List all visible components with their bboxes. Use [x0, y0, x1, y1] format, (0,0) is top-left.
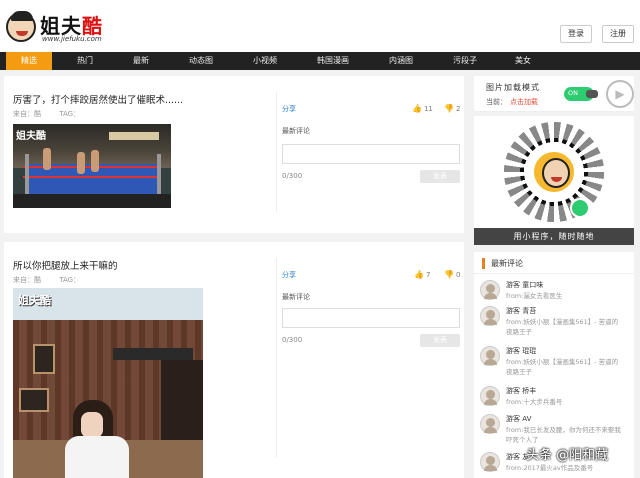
- login-button[interactable]: 登录: [560, 25, 592, 43]
- comment-author: 游客 青苔: [506, 307, 537, 315]
- like-button[interactable]: 👍 11: [412, 104, 433, 113]
- image-watermark-logo: 姐夫酷: [16, 131, 46, 142]
- post-meta: 来自：酷 TAG：: [13, 109, 80, 119]
- avatar: [480, 414, 500, 434]
- nav-item-meme-pics[interactable]: 内涵图: [378, 52, 424, 70]
- post-source: 来自：酷: [13, 276, 41, 284]
- avatar: [480, 306, 500, 326]
- nav-item-featured[interactable]: 精选: [6, 52, 52, 70]
- comment-source[interactable]: from:妖妖小额【漫画集561】- 苦逼的夜路王子: [506, 317, 624, 337]
- nav-item-gifs[interactable]: 动态图: [178, 52, 224, 70]
- load-mode-toggle[interactable]: ON: [564, 87, 598, 101]
- comment-author: 游客 AV: [506, 415, 532, 423]
- char-count: 0/300: [282, 336, 303, 344]
- avatar: [480, 452, 500, 472]
- image-load-mode-panel: 图片加载模式 当前： 点击加载 ON ▶: [474, 76, 634, 112]
- avatar: [480, 386, 500, 406]
- image-watermark-logo: 姐夫酷: [18, 294, 51, 307]
- comment-source[interactable]: from:十大步兵番号: [506, 397, 624, 407]
- like-button[interactable]: 👍 7: [414, 270, 430, 279]
- nav-item-hot[interactable]: 热门: [62, 52, 108, 70]
- nav-item-beauty[interactable]: 美女: [500, 52, 546, 70]
- comment-source[interactable]: from:我已长发及腰，你为何还不来娶我吓死个人了: [506, 425, 624, 445]
- comment-author: 游客 童口味: [506, 281, 544, 289]
- thumbs-down-icon: 👎: [444, 270, 454, 279]
- site-logo[interactable]: 姐夫酷 www.jiefuku.com: [6, 8, 126, 46]
- qr-banner: 用小程序，随时随地: [474, 228, 634, 245]
- mini-program-qr-panel: [474, 116, 634, 244]
- comment-source[interactable]: from:2017最火av作品及番号: [506, 463, 624, 473]
- main-nav: 精选 热门 最新 动态图 小视频 韩国漫画 内涵图 污段子 美女: [0, 52, 640, 70]
- post-image[interactable]: 姐夫酷: [13, 124, 171, 208]
- comment-input[interactable]: [282, 308, 460, 328]
- register-button[interactable]: 注册: [602, 25, 634, 43]
- dislike-button[interactable]: 👎 0: [444, 270, 460, 279]
- comment-source[interactable]: from:妖妖小额【漫画集561】- 苦逼的夜路王子: [506, 357, 624, 377]
- logo-url: www.jiefuku.com: [42, 35, 102, 43]
- char-count: 0/300: [282, 172, 303, 180]
- post-source: 来自：酷: [13, 110, 41, 118]
- comment-author: 游客 琨琨: [506, 347, 537, 355]
- list-item[interactable]: 游客 青苔 from:妖妖小额【漫画集561】- 苦逼的夜路王子: [480, 304, 630, 344]
- load-mode-title: 图片加载模式: [486, 83, 540, 92]
- nav-item-latest[interactable]: 最新: [118, 52, 164, 70]
- comment-input[interactable]: [282, 144, 460, 164]
- post-image[interactable]: 姐夫酷: [13, 288, 203, 478]
- latest-comments-title: 最新评论: [482, 258, 523, 269]
- post-card: 所以你把腿放上来干嘛的 来自：酷 TAG： 姐夫酷 分享 👍 7 👎 0 最新评论 …: [4, 242, 464, 478]
- submit-comment-button[interactable]: 发表: [420, 170, 460, 183]
- submit-comment-button[interactable]: 发表: [420, 334, 460, 347]
- load-mode-current: 当前： 点击加载: [486, 98, 538, 106]
- share-link[interactable]: 分享: [282, 270, 296, 280]
- divider: [276, 258, 277, 458]
- thumbs-down-icon: 👎: [444, 104, 454, 113]
- site-header: 姐夫酷 www.jiefuku.com 登录 注册: [0, 0, 640, 52]
- comment-source[interactable]: from:漏女去看医生: [506, 291, 624, 301]
- post-title[interactable]: 所以你把腿放上来干嘛的: [13, 258, 118, 272]
- post-tag: TAG：: [59, 110, 81, 118]
- logo-face-icon: [6, 11, 36, 42]
- dislike-button[interactable]: 👎 2: [444, 104, 460, 113]
- list-item[interactable]: 游客 琨琨 from:妖妖小额【漫画集561】- 苦逼的夜路王子: [480, 344, 630, 384]
- nav-item-korean-comics[interactable]: 韩国漫画: [310, 52, 356, 70]
- post-meta: 来自：酷 TAG：: [13, 275, 80, 285]
- toutiao-watermark: 头条 @阳和藏: [526, 448, 609, 463]
- comment-author: 游客 桥丰: [506, 387, 537, 395]
- avatar: [480, 346, 500, 366]
- thumbs-up-icon: 👍: [414, 270, 424, 279]
- comments-label: 最新评论: [282, 293, 310, 301]
- mini-program-icon: [570, 198, 590, 218]
- mascot-avatar: [532, 150, 576, 194]
- divider: [276, 92, 277, 212]
- comments-label: 最新评论: [282, 127, 310, 135]
- thumbs-up-icon: 👍: [412, 104, 422, 113]
- post-title[interactable]: 厉害了，打个摔跤居然使出了催眠术......: [13, 92, 183, 106]
- avatar: [480, 280, 500, 300]
- nav-item-jokes[interactable]: 污段子: [442, 52, 488, 70]
- nav-item-short-videos[interactable]: 小视频: [242, 52, 288, 70]
- post-tag: TAG：: [59, 276, 81, 284]
- play-icon[interactable]: ▶: [606, 80, 634, 108]
- post-card: 厉害了，打个摔跤居然使出了催眠术...... 来自：酷 TAG： 姐夫酷 分享 …: [4, 76, 464, 233]
- share-link[interactable]: 分享: [282, 104, 296, 114]
